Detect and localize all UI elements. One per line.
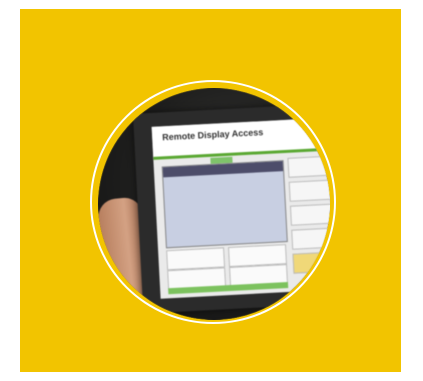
white-ring	[90, 80, 336, 324]
